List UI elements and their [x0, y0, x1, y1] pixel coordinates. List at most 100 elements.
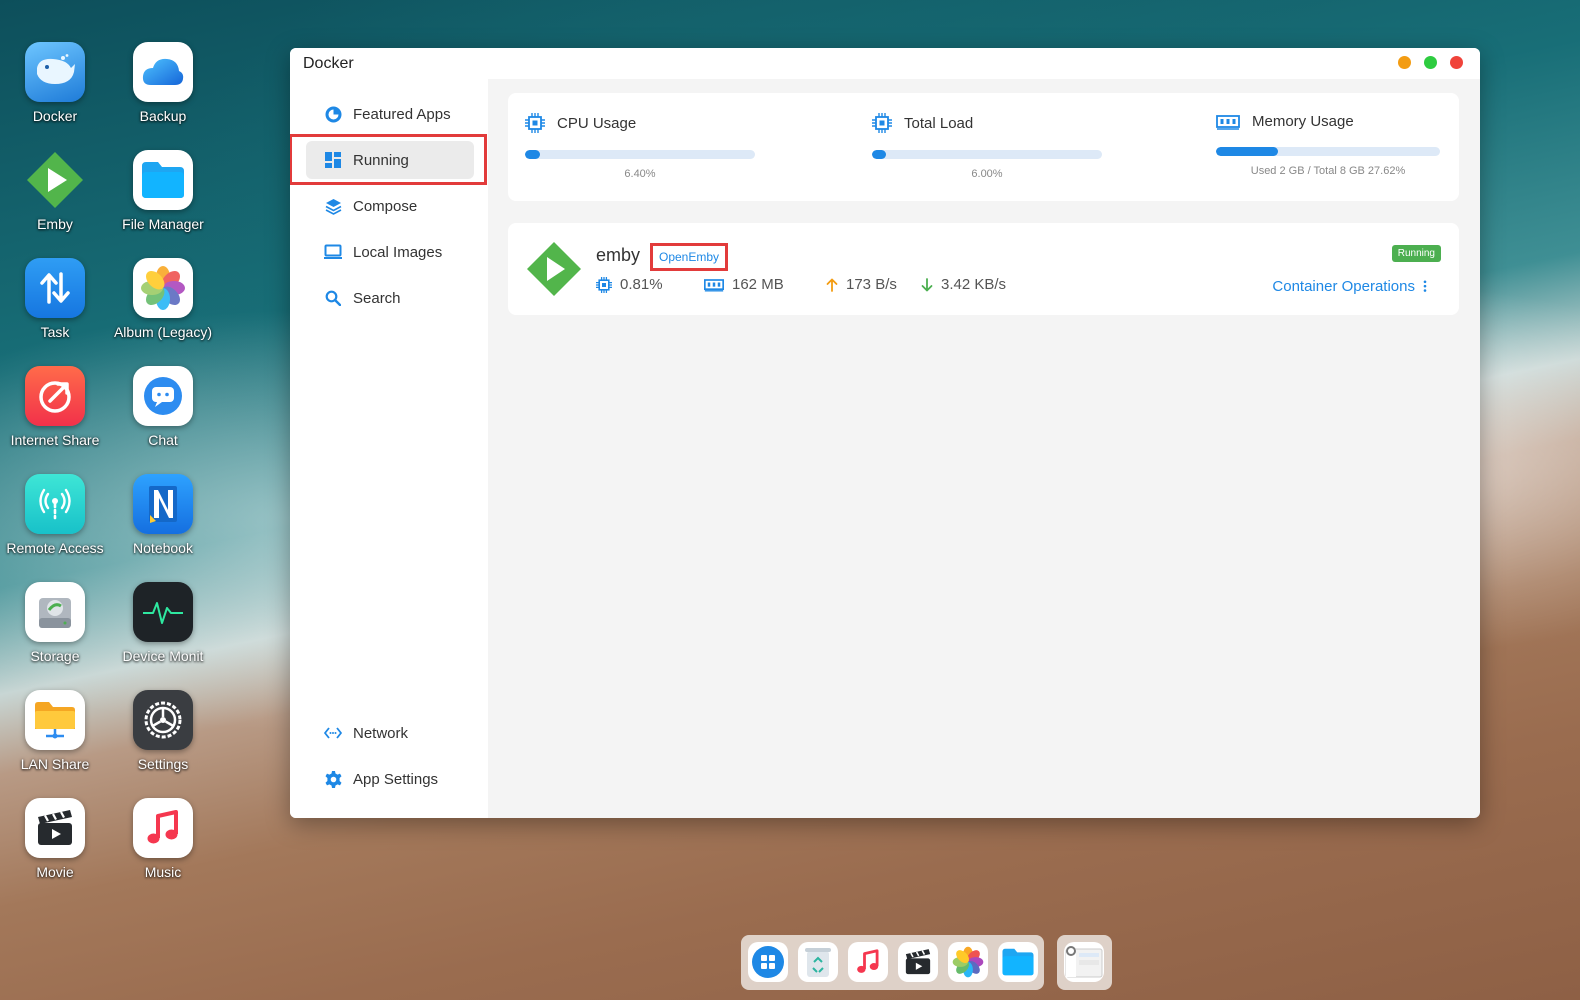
desktop-icon-file-manager[interactable]: File Manager — [108, 150, 218, 232]
heartbeat-icon — [133, 582, 193, 642]
monitor-icon — [324, 243, 342, 261]
sidebar-item-search[interactable]: Search — [306, 279, 474, 317]
desktop-icon-album[interactable]: Album (Legacy) — [108, 258, 218, 340]
memory-progress-bar — [1216, 147, 1440, 156]
layers-icon — [324, 197, 342, 215]
dock-music[interactable] — [848, 942, 888, 982]
cpu-chip-icon — [525, 113, 545, 133]
container-name: emby — [596, 245, 641, 265]
grid-icon — [324, 151, 342, 169]
cloud-icon — [133, 42, 193, 102]
memory-progress-fill — [1216, 147, 1278, 156]
sidebar-item-network[interactable]: Network — [306, 714, 474, 752]
folder-icon — [1002, 948, 1034, 976]
dock-launcher[interactable] — [748, 942, 788, 982]
desktop-icon-label: Album (Legacy) — [113, 324, 213, 340]
upload-value: 173 B/s — [846, 276, 897, 293]
memory-usage-stat: Memory Usage Used 2 GB / Total 8 GB 27.6… — [1216, 113, 1440, 177]
stat-label: Memory Usage — [1252, 113, 1354, 130]
desktop-icon-movie[interactable]: Movie — [0, 798, 110, 880]
sidebar-item-local-images[interactable]: Local Images — [306, 233, 474, 271]
total-load-stat: Total Load 6.00% — [872, 113, 1102, 180]
desktop-icon-label: Device Monit — [122, 648, 204, 664]
desktop-icon-settings[interactable]: Settings — [108, 690, 218, 772]
arrow-up-icon — [826, 278, 838, 292]
desktop-icon-docker[interactable]: Docker — [0, 42, 110, 124]
chat-bubble-icon — [133, 366, 193, 426]
desktop-icon-emby[interactable]: Emby — [0, 150, 110, 232]
container-operations-button[interactable]: Container Operations — [1272, 278, 1415, 295]
photos-flower-icon — [952, 946, 984, 978]
docker-window: Docker Featured Apps Running Compose Loc… — [290, 48, 1480, 818]
desktop-icon-label: Backup — [139, 108, 187, 124]
close-button[interactable] — [1450, 56, 1463, 69]
featured-icon — [324, 105, 342, 123]
sidebar-item-running[interactable]: Running — [306, 141, 474, 179]
memory-value: 162 MB — [732, 276, 784, 293]
sidebar-item-label: Compose — [353, 197, 418, 215]
dock-album[interactable] — [948, 942, 988, 982]
container-cpu-metric: 0.81% — [596, 276, 663, 293]
sidebar-item-label: App Settings — [353, 770, 439, 788]
dock-docker-window[interactable] — [1064, 942, 1104, 982]
stat-label: CPU Usage — [557, 114, 637, 132]
cpu-progress-fill — [525, 150, 540, 159]
desktop-icon-backup[interactable]: Backup — [108, 42, 218, 124]
stat-label: Total Load — [904, 114, 974, 132]
desktop-icon-notebook[interactable]: Notebook — [108, 474, 218, 556]
cpu-progress-bar — [525, 150, 755, 159]
desktop-icon-label: Task — [40, 324, 70, 340]
status-badge: Running — [1391, 245, 1441, 262]
dock-running-apps — [1057, 935, 1112, 990]
sidebar-item-label: Running — [353, 151, 409, 169]
open-emby-link[interactable]: OpenEmby — [650, 243, 728, 271]
desktop-icon-task[interactable]: Task — [0, 258, 110, 340]
desktop-icon-label: Chat — [148, 432, 178, 448]
desktop-icon-label: Internet Share — [10, 432, 100, 448]
dock-movie[interactable] — [898, 942, 938, 982]
container-upload-metric: 173 B/s — [826, 276, 897, 293]
app-grid-icon — [752, 946, 784, 978]
docker-whale-icon — [25, 42, 85, 102]
system-stats-card: CPU Usage 6.40% Total Load 6.00% Memory … — [508, 93, 1459, 201]
sidebar: Featured Apps Running Compose Local Imag… — [290, 79, 488, 818]
minimize-button[interactable] — [1398, 56, 1411, 69]
load-progress-bar — [872, 150, 1102, 159]
memory-ram-icon — [704, 278, 724, 291]
notebook-icon — [133, 474, 193, 534]
desktop-icon-label: LAN Share — [20, 756, 90, 772]
lan-folder-icon — [25, 690, 85, 750]
network-icon — [324, 724, 342, 742]
sidebar-item-app-settings[interactable]: App Settings — [306, 760, 474, 798]
memory-ram-icon — [1216, 114, 1240, 130]
maximize-button[interactable] — [1424, 56, 1437, 69]
desktop-icon-device-monitor[interactable]: Device Monit — [108, 582, 218, 664]
music-note-icon — [133, 798, 193, 858]
load-progress-fill — [872, 150, 886, 159]
dock-recycle-bin[interactable] — [798, 942, 838, 982]
folder-icon — [133, 150, 193, 210]
container-memory-metric: 162 MB — [704, 276, 784, 293]
desktop-icon-storage[interactable]: Storage — [0, 582, 110, 664]
sidebar-item-compose[interactable]: Compose — [306, 187, 474, 225]
cpu-value: 0.81% — [620, 276, 663, 293]
more-vertical-icon[interactable] — [1422, 280, 1428, 294]
sidebar-item-label: Local Images — [353, 243, 443, 261]
desktop-icon-chat[interactable]: Chat — [108, 366, 218, 448]
sidebar-item-featured-apps[interactable]: Featured Apps — [306, 95, 474, 133]
desktop-icon-remote-access[interactable]: Remote Access — [0, 474, 110, 556]
desktop-icon-music[interactable]: Music — [108, 798, 218, 880]
transfer-arrows-icon — [25, 258, 85, 318]
sidebar-item-label: Network — [353, 724, 409, 742]
desktop-icon-internet-share[interactable]: Internet Share — [0, 366, 110, 448]
desktop-icon-lan-share[interactable]: LAN Share — [0, 690, 110, 772]
arrow-down-icon — [921, 277, 933, 291]
desktop-icon-label: Emby — [37, 216, 73, 232]
container-card-emby[interactable]: emby OpenEmby 0.81% 162 MB 173 B/s 3.42 … — [508, 223, 1459, 315]
desktop-icon-label: Notebook — [133, 540, 193, 556]
dock-file-manager[interactable] — [998, 942, 1038, 982]
desktop-icon-label: Remote Access — [6, 540, 104, 556]
window-thumbnail-icon — [1065, 946, 1103, 978]
window-titlebar[interactable]: Docker — [290, 48, 1480, 79]
sidebar-item-label: Featured Apps — [353, 105, 451, 123]
